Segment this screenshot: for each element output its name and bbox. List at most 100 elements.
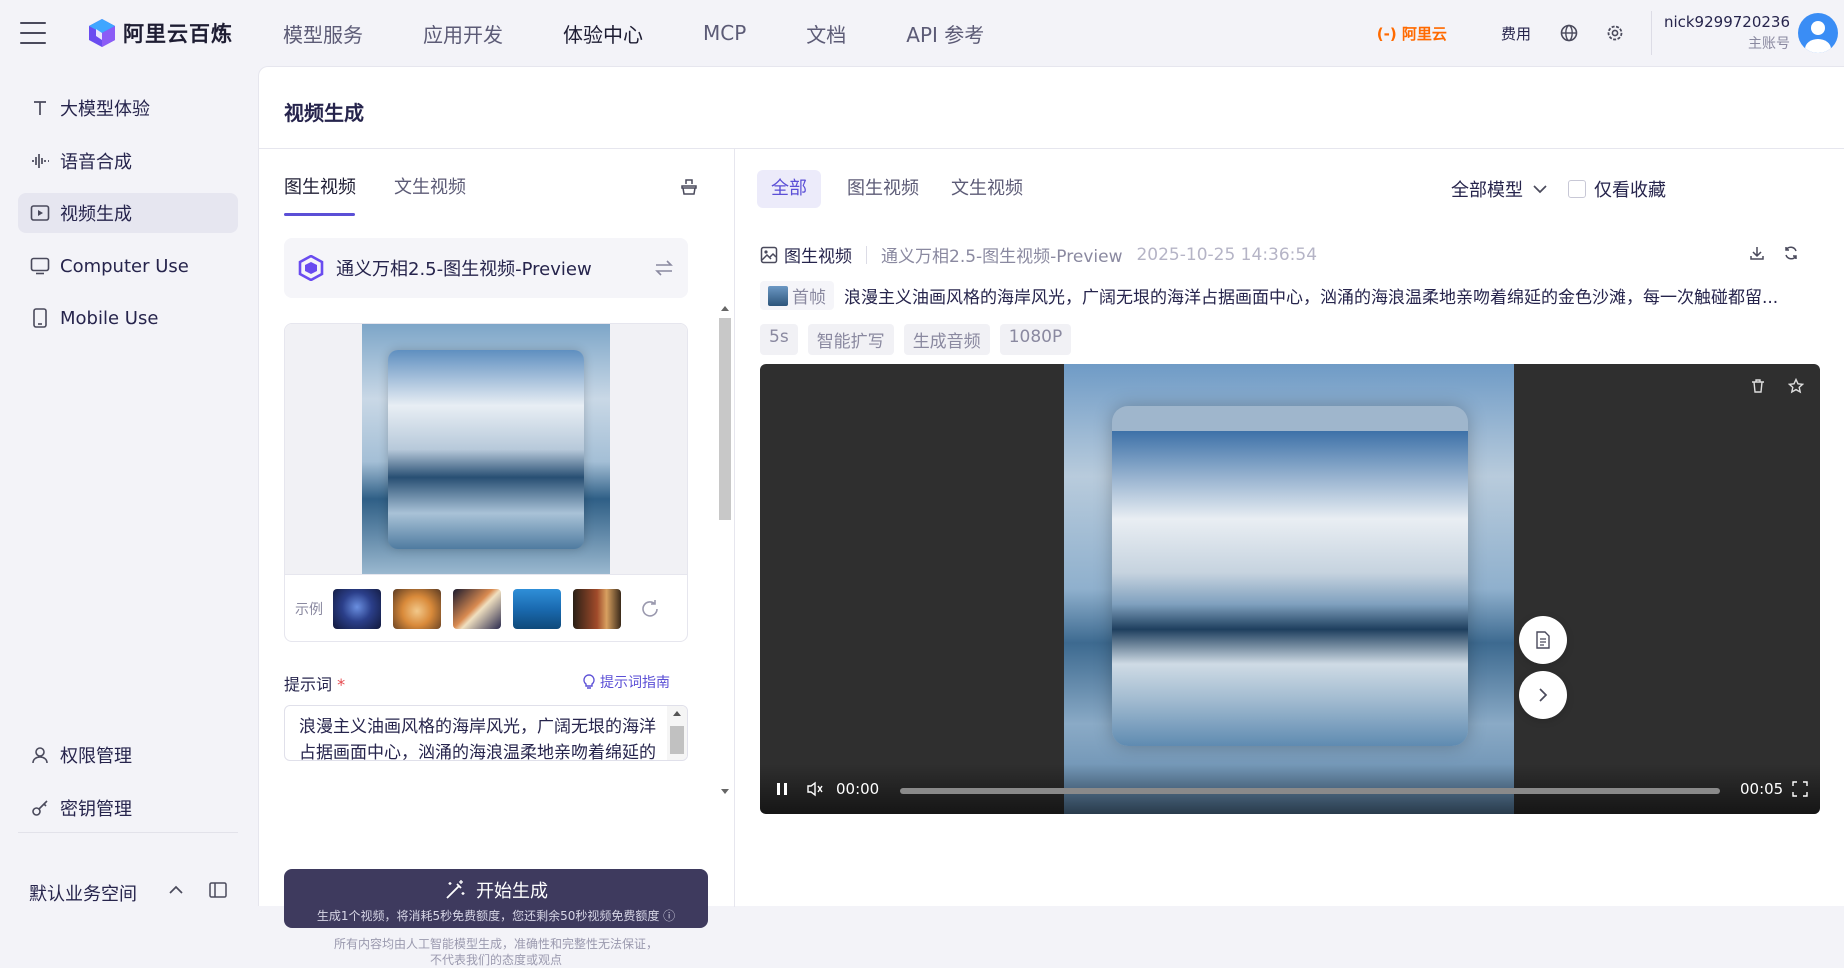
disclaimer-line: 不代表我们的态度或观点 bbox=[429, 953, 562, 967]
text-icon bbox=[30, 98, 50, 118]
clear-icon[interactable] bbox=[680, 177, 698, 195]
sidebar-item-video-generation[interactable]: 视频生成 bbox=[18, 193, 238, 233]
pause-icon[interactable] bbox=[776, 782, 788, 796]
checkbox[interactable] bbox=[1568, 180, 1586, 198]
first-frame-thumbnail bbox=[768, 285, 788, 306]
prompt-guide-link[interactable]: 提示词指南 bbox=[582, 672, 670, 692]
image-upload-area[interactable]: 示例 bbox=[284, 323, 688, 642]
filter-tab-text-to-video[interactable]: 文生视频 bbox=[937, 170, 1037, 208]
sidebar-item-label: Computer Use bbox=[60, 255, 189, 277]
regenerate-icon[interactable] bbox=[1783, 245, 1799, 261]
sidebar-item-llm-experience[interactable]: 大模型体验 bbox=[18, 88, 238, 128]
download-icon[interactable] bbox=[1749, 245, 1765, 261]
divider bbox=[1650, 11, 1652, 55]
scroll-down-icon[interactable] bbox=[720, 788, 730, 796]
model-selector[interactable]: 通义万相2.5-图生视频-Preview bbox=[284, 238, 688, 298]
model-name: 通义万相2.5-图生视频-Preview bbox=[336, 259, 592, 280]
wanxiang-logo-icon bbox=[298, 255, 324, 281]
star-icon[interactable] bbox=[1788, 378, 1804, 394]
result-model: 通义万相2.5-图生视频-Preview bbox=[881, 247, 1123, 267]
sidebar-item-label: 视频生成 bbox=[60, 204, 132, 225]
mobile-icon bbox=[30, 308, 50, 328]
sidebar: 大模型体验 语音合成 视频生成 Computer Use Mobile Use … bbox=[0, 66, 258, 906]
prompt-guide-label: 提示词指南 bbox=[600, 675, 670, 691]
generate-quota-info: 生成1个视频，将消耗5秒免费额度，您还剩余50秒视频免费额度 ⓘ bbox=[316, 909, 676, 923]
tab-text-to-video[interactable]: 文生视频 bbox=[394, 173, 466, 199]
first-frame-badge[interactable]: 首帧 bbox=[760, 281, 834, 310]
username: nick9299720236 bbox=[1663, 13, 1790, 31]
video-icon bbox=[30, 203, 50, 223]
example-thumbnail[interactable] bbox=[453, 589, 501, 629]
required-mark: * bbox=[337, 675, 346, 694]
left-pane-scrollbar[interactable] bbox=[715, 304, 735, 830]
gear-icon[interactable] bbox=[1605, 23, 1625, 43]
mute-icon[interactable] bbox=[806, 781, 824, 797]
prompt-scroll-thumb[interactable] bbox=[670, 726, 684, 754]
result-meta: 图生视频 通义万相2.5-图生视频-Preview 2025-10-25 14:… bbox=[760, 242, 1317, 267]
fee-link[interactable]: 费用 bbox=[1501, 23, 1531, 44]
result-prompt-text: 浪漫主义油画风格的海岸风光，广阔无垠的海洋占据画面中心，汹涌的海浪温柔地亲吻着绵… bbox=[844, 288, 1779, 308]
nav-model-services[interactable]: 模型服务 bbox=[283, 19, 363, 48]
tag-audio: 生成音频 bbox=[903, 324, 990, 355]
uploaded-image bbox=[388, 350, 584, 549]
app-logo[interactable]: 阿里云百炼 bbox=[87, 18, 233, 48]
bailian-logo-icon bbox=[89, 19, 115, 47]
delete-icon[interactable] bbox=[1750, 378, 1766, 394]
monitor-icon bbox=[30, 256, 50, 276]
examples-row: 示例 bbox=[285, 574, 687, 641]
filter-tab-all[interactable]: 全部 bbox=[757, 170, 821, 208]
top-bar: 阿里云百炼 模型服务 应用开发 体验中心 MCP 文档 API 参考 (-) 阿… bbox=[0, 0, 1844, 66]
account-role: 主账号 bbox=[1748, 36, 1790, 52]
tab-image-to-video[interactable]: 图生视频 bbox=[284, 173, 356, 199]
sidebar-item-computer-use[interactable]: Computer Use bbox=[18, 246, 238, 286]
next-float-button[interactable] bbox=[1519, 671, 1567, 719]
sidebar-item-speech-synthesis[interactable]: 语音合成 bbox=[18, 141, 238, 181]
notes-float-button[interactable] bbox=[1519, 616, 1567, 664]
example-thumbnail[interactable] bbox=[573, 589, 621, 629]
nav-api-reference[interactable]: API 参考 bbox=[906, 19, 984, 48]
workspace-selector[interactable]: 默认业务空间 bbox=[29, 880, 137, 906]
user-icon bbox=[30, 745, 50, 765]
globe-icon[interactable] bbox=[1559, 23, 1579, 43]
left-pane-scroll-thumb[interactable] bbox=[719, 318, 731, 520]
switch-icon[interactable] bbox=[654, 259, 674, 277]
sidebar-item-key-management[interactable]: 密钥管理 bbox=[18, 788, 238, 828]
scroll-up-icon[interactable] bbox=[672, 709, 682, 717]
video-player[interactable]: 00:00 00:05 bbox=[760, 364, 1820, 814]
user-info[interactable]: nick9299720236 主账号 bbox=[1664, 13, 1790, 53]
sidebar-item-permissions[interactable]: 权限管理 bbox=[18, 735, 238, 775]
video-painting bbox=[1112, 431, 1468, 746]
active-tab-indicator bbox=[284, 213, 355, 216]
example-thumbnail[interactable] bbox=[393, 589, 441, 629]
collapse-sidebar-icon[interactable] bbox=[209, 882, 227, 898]
sidebar-item-mobile-use[interactable]: Mobile Use bbox=[18, 298, 238, 338]
model-filter-dropdown[interactable]: 全部模型 bbox=[1451, 176, 1547, 202]
nav-mcp[interactable]: MCP bbox=[703, 21, 746, 45]
generate-label: 开始生成 bbox=[476, 881, 548, 902]
result-tags: 5s 智能扩写 生成音频 1080P bbox=[760, 324, 1072, 355]
example-thumbnail[interactable] bbox=[333, 589, 381, 629]
sidebar-item-label: 语音合成 bbox=[60, 152, 132, 173]
menu-icon[interactable] bbox=[20, 22, 46, 44]
avatar[interactable] bbox=[1798, 13, 1838, 53]
video-progress-bar[interactable] bbox=[900, 788, 1720, 794]
page-title: 视频生成 bbox=[284, 101, 364, 125]
generate-button[interactable]: 开始生成 生成1个视频，将消耗5秒免费额度，您还剩余50秒视频免费额度 ⓘ bbox=[284, 869, 708, 928]
filter-tab-image-to-video[interactable]: 图生视频 bbox=[833, 170, 933, 208]
chevron-up-icon[interactable] bbox=[168, 884, 184, 896]
example-thumbnail[interactable] bbox=[513, 589, 561, 629]
prompt-textarea[interactable]: 浪漫主义油画风格的海岸风光，广阔无垠的海洋占据画面中心，汹涌的海浪温柔地亲吻着绵… bbox=[284, 705, 688, 761]
nav-docs[interactable]: 文档 bbox=[806, 19, 846, 48]
fullscreen-icon[interactable] bbox=[1792, 781, 1808, 797]
video-controls: 00:00 00:05 bbox=[760, 764, 1820, 814]
prompt-scrollbar[interactable] bbox=[667, 706, 687, 760]
prompt-label: 提示词 * bbox=[284, 671, 345, 695]
audio-wave-icon bbox=[30, 151, 50, 171]
divider bbox=[866, 245, 867, 264]
favorites-only-checkbox[interactable]: 仅看收藏 bbox=[1568, 176, 1666, 202]
nav-app-dev[interactable]: 应用开发 bbox=[423, 19, 503, 48]
scroll-up-icon[interactable] bbox=[720, 304, 730, 312]
aliyun-brand-link[interactable]: (-) 阿里云 bbox=[1377, 23, 1447, 44]
nav-experience-center[interactable]: 体验中心 bbox=[563, 19, 643, 48]
refresh-icon[interactable] bbox=[639, 598, 661, 620]
